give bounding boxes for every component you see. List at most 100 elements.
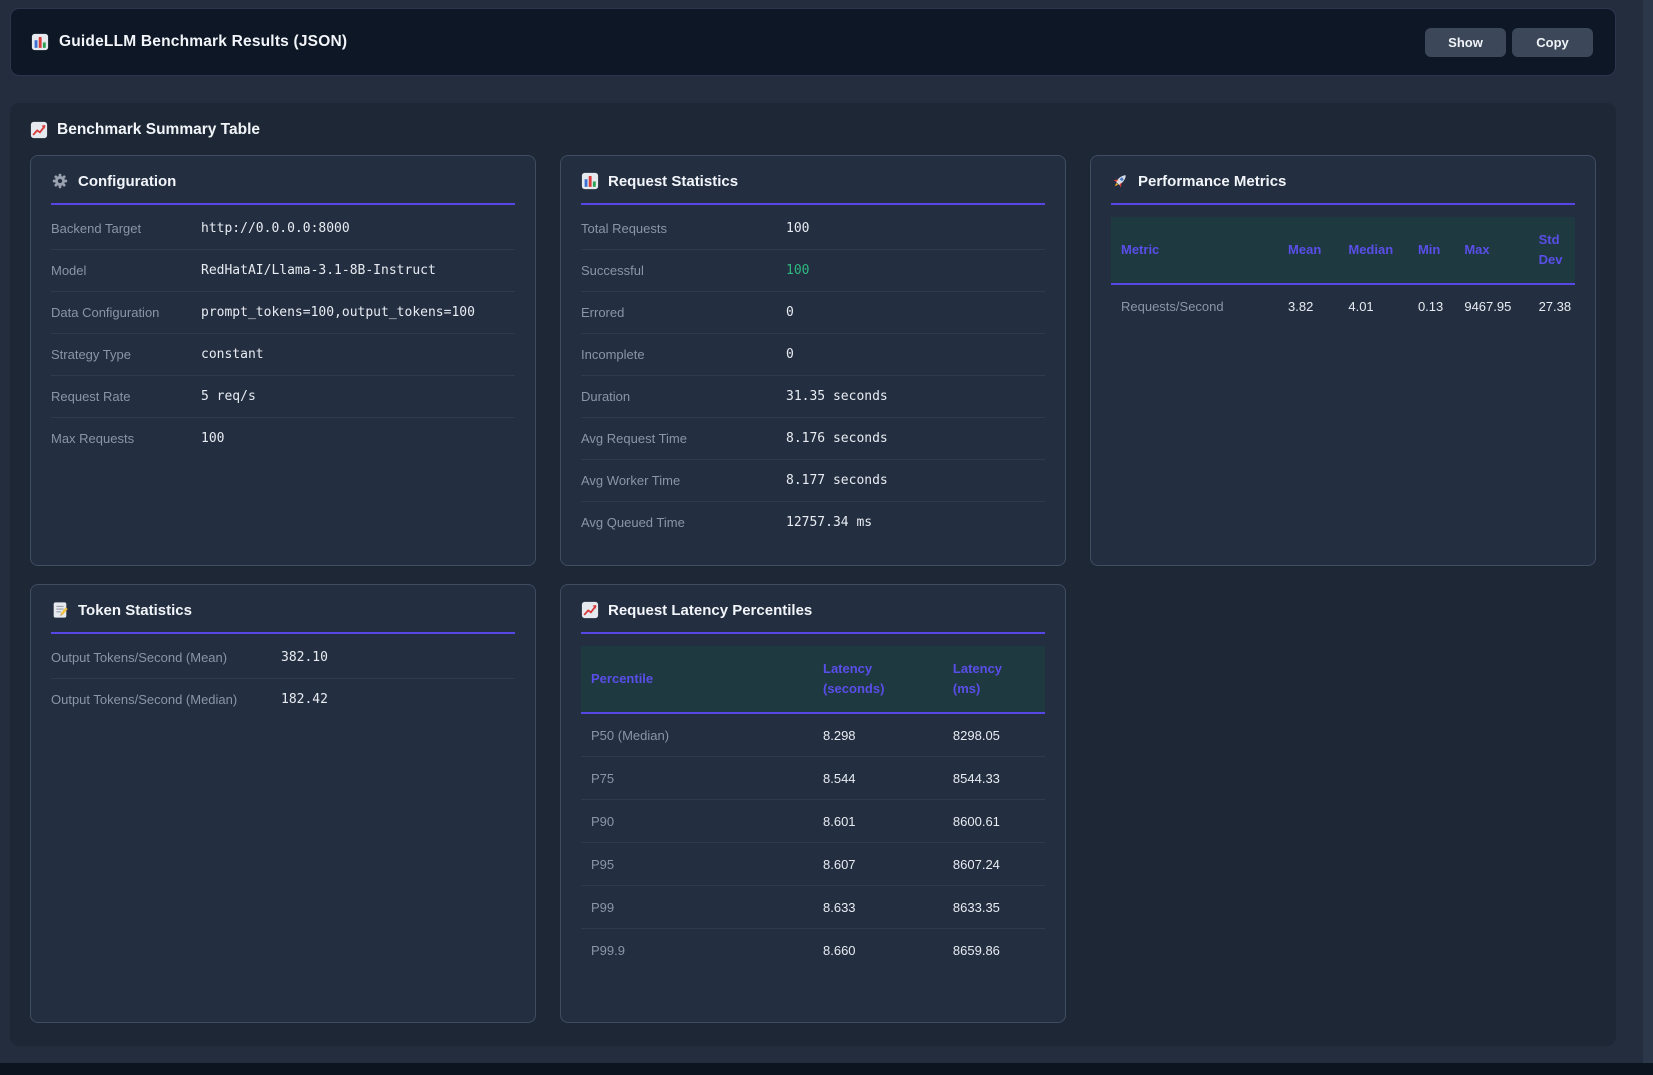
row-value: prompt_tokens=100,output_tokens=100 xyxy=(201,305,515,320)
stat-row-incomplete: Incomplete 0 xyxy=(581,333,1045,375)
row-label: Backend Target xyxy=(51,221,201,236)
bottom-strip xyxy=(0,1063,1653,1075)
row-value: 31.35 seconds xyxy=(786,389,1045,404)
success-count-value: 100 xyxy=(786,263,1045,278)
request-statistics-title-text: Request Statistics xyxy=(608,173,738,190)
config-row-strategy-type: Strategy Type constant xyxy=(51,333,515,375)
stat-row-avg-worker-time: Avg Worker Time 8.177 seconds xyxy=(581,459,1045,501)
config-row-model: Model RedHatAI/Llama-3.1-8B-Instruct xyxy=(51,249,515,291)
scrollbar[interactable] xyxy=(1643,0,1653,1063)
row-value: 182.42 xyxy=(281,692,515,707)
row-value: 12757.34 ms xyxy=(786,515,1045,530)
chart-increasing-icon xyxy=(581,601,599,619)
row-value: 8.176 seconds xyxy=(786,431,1045,446)
page-title: GuideLLM Benchmark Results (JSON) xyxy=(59,33,347,51)
show-button[interactable]: Show xyxy=(1425,28,1506,57)
latency-seconds: 8.633 xyxy=(813,886,943,929)
latency-seconds: 8.544 xyxy=(813,757,943,800)
row-value: RedHatAI/Llama-3.1-8B-Instruct xyxy=(201,263,515,278)
metric-mean: 3.82 xyxy=(1278,284,1338,327)
percentile-label: P95 xyxy=(581,843,813,886)
row-label: Strategy Type xyxy=(51,347,201,362)
latency-percentiles-table: Percentile Latency (seconds) Latency (ms… xyxy=(581,646,1045,971)
gear-icon xyxy=(51,172,69,190)
metric-median: 4.01 xyxy=(1338,284,1408,327)
table-row-p90: P90 8.601 8600.61 xyxy=(581,800,1045,843)
row-label: Request Rate xyxy=(51,389,201,404)
col-latency-seconds-line2: (seconds) xyxy=(823,679,933,699)
stat-row-avg-queued-time: Avg Queued Time 12757.34 ms xyxy=(581,501,1045,543)
row-label: Output Tokens/Second (Mean) xyxy=(51,650,281,665)
token-statistics-title-text: Token Statistics xyxy=(78,602,192,619)
col-mean: Mean xyxy=(1278,217,1338,284)
table-row-p75: P75 8.544 8544.33 xyxy=(581,757,1045,800)
bar-chart-icon xyxy=(31,33,49,51)
latency-seconds: 8.607 xyxy=(813,843,943,886)
header-title-group: GuideLLM Benchmark Results (JSON) xyxy=(31,33,347,51)
row-value: 5 req/s xyxy=(201,389,515,404)
section-title-text: Benchmark Summary Table xyxy=(57,121,260,139)
token-statistics-card-title: Token Statistics xyxy=(51,601,515,634)
table-row-p50: P50 (Median) 8.298 8298.05 xyxy=(581,713,1045,757)
row-label: Avg Queued Time xyxy=(581,515,786,530)
performance-metrics-title-text: Performance Metrics xyxy=(1138,173,1286,190)
metric-std-dev: 27.38 xyxy=(1529,284,1575,327)
main-container: Benchmark Summary Table Configuration Ba… xyxy=(10,103,1616,1046)
row-label: Errored xyxy=(581,305,786,320)
performance-metrics-card: Performance Metrics Metric Mean Median M… xyxy=(1090,155,1596,566)
token-statistics-card: Token Statistics Output Tokens/Second (M… xyxy=(30,584,536,1023)
stat-row-avg-request-time: Avg Request Time 8.176 seconds xyxy=(581,417,1045,459)
performance-metrics-card-title: Performance Metrics xyxy=(1111,172,1575,205)
section-title: Benchmark Summary Table xyxy=(30,121,1596,139)
row-value: 0 xyxy=(786,305,1045,320)
col-latency-ms-line1: Latency xyxy=(953,659,1035,679)
row-label: Model xyxy=(51,263,201,278)
col-latency-ms-line2: (ms) xyxy=(953,679,1035,699)
col-median: Median xyxy=(1338,217,1408,284)
stat-row-errored: Errored 0 xyxy=(581,291,1045,333)
memo-icon xyxy=(51,601,69,619)
stat-row-duration: Duration 31.35 seconds xyxy=(581,375,1045,417)
percentile-label: P75 xyxy=(581,757,813,800)
row-value: 0 xyxy=(786,347,1045,362)
latency-ms: 8298.05 xyxy=(943,713,1045,757)
chart-increasing-icon xyxy=(30,121,48,139)
bar-chart-icon xyxy=(581,172,599,190)
latency-seconds: 8.601 xyxy=(813,800,943,843)
latency-ms: 8607.24 xyxy=(943,843,1045,886)
row-label: Max Requests xyxy=(51,431,201,446)
table-row-p95: P95 8.607 8607.24 xyxy=(581,843,1045,886)
latency-seconds: 8.660 xyxy=(813,929,943,972)
row-value: 100 xyxy=(786,221,1045,236)
rocket-icon xyxy=(1111,172,1129,190)
table-row-requests-per-second: Requests/Second 3.82 4.01 0.13 9467.95 2… xyxy=(1111,284,1575,327)
col-min: Min xyxy=(1408,217,1454,284)
table-header-row: Percentile Latency (seconds) Latency (ms… xyxy=(581,646,1045,713)
copy-button[interactable]: Copy xyxy=(1512,28,1593,57)
percentile-label: P99.9 xyxy=(581,929,813,972)
header-actions: Show Copy xyxy=(1425,28,1593,57)
row-label: Output Tokens/Second (Median) xyxy=(51,692,281,707)
latency-seconds: 8.298 xyxy=(813,713,943,757)
latency-ms: 8544.33 xyxy=(943,757,1045,800)
latency-percentiles-card-title: Request Latency Percentiles xyxy=(581,601,1045,634)
token-row-median: Output Tokens/Second (Median) 182.42 xyxy=(51,678,515,720)
request-statistics-card-title: Request Statistics xyxy=(581,172,1045,205)
token-statistics-rows: Output Tokens/Second (Mean) 382.10 Outpu… xyxy=(51,636,515,720)
row-label: Incomplete xyxy=(581,347,786,362)
row-label: Total Requests xyxy=(581,221,786,236)
row-value: http://0.0.0.0:8000 xyxy=(201,221,515,236)
row-value: 8.177 seconds xyxy=(786,473,1045,488)
col-percentile: Percentile xyxy=(581,646,813,713)
latency-ms: 8659.86 xyxy=(943,929,1045,972)
stat-row-successful: Successful 100 xyxy=(581,249,1045,291)
row-label: Avg Worker Time xyxy=(581,473,786,488)
row-value: constant xyxy=(201,347,515,362)
col-latency-ms: Latency (ms) xyxy=(943,646,1045,713)
card-grid: Configuration Backend Target http://0.0.… xyxy=(30,155,1596,1023)
config-row-data-configuration: Data Configuration prompt_tokens=100,out… xyxy=(51,291,515,333)
request-statistics-card: Request Statistics Total Requests 100 Su… xyxy=(560,155,1066,566)
percentile-label: P99 xyxy=(581,886,813,929)
latency-percentiles-card: Request Latency Percentiles Percentile L… xyxy=(560,584,1066,1023)
configuration-card-title: Configuration xyxy=(51,172,515,205)
